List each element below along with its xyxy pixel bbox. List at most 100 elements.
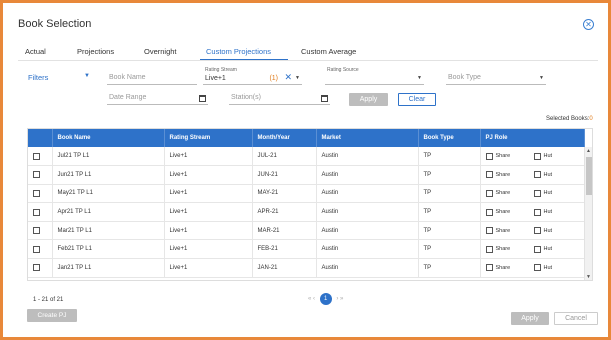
tab-projections[interactable]: Projections xyxy=(77,47,114,56)
rating-source-select[interactable]: Rating Source ▼ xyxy=(325,67,424,85)
book-name-cell: Jul21 TP L1 xyxy=(52,147,165,167)
hut-label: Hut xyxy=(543,209,553,216)
share-label: Share xyxy=(495,171,511,178)
selected-books-label: Selected Books: xyxy=(546,116,590,122)
prev-page-icon[interactable]: ‹ xyxy=(313,296,315,302)
hut-label: Hut xyxy=(543,153,553,159)
hut-label: Hut xyxy=(543,171,553,178)
apply-button[interactable]: Apply xyxy=(511,312,549,325)
table-header-row: Book Name Rating Stream Month/Year Marke… xyxy=(28,129,585,147)
table-row[interactable]: Apr21 TP L1 Live+1 APR-21 Austin TP Shar… xyxy=(28,202,585,222)
book-type-cell: TP xyxy=(418,239,481,260)
filters-caret-icon[interactable]: ▼ xyxy=(84,73,90,79)
hut-checkbox[interactable] xyxy=(533,189,541,197)
stations-placeholder: Station(s) xyxy=(231,94,261,101)
book-type-cell: TP xyxy=(418,202,481,222)
create-pj-button[interactable]: Create PJ xyxy=(27,309,77,322)
share-checkbox[interactable] xyxy=(485,208,493,216)
stations-input[interactable]: Station(s) xyxy=(229,90,330,105)
scroll-down-arrow-icon[interactable]: ▼ xyxy=(586,274,591,280)
next-page-icon[interactable]: › xyxy=(336,296,338,302)
share-label: Share xyxy=(495,153,511,159)
calendar-icon[interactable] xyxy=(199,95,206,102)
close-icon[interactable]: ✕ xyxy=(583,19,594,30)
hut-checkbox[interactable] xyxy=(533,245,541,253)
book-name-placeholder: Book Name xyxy=(109,74,146,81)
table-row[interactable]: Mar21 TP L1 Live+1 MAR-21 Austin TP Shar… xyxy=(28,221,585,241)
row-select-checkbox[interactable] xyxy=(33,171,40,179)
table-row[interactable]: Feb21 TP L1 Live+1 FEB-21 Austin TP Shar… xyxy=(28,239,585,260)
book-name-cell: Jun21 TP L1 xyxy=(52,165,165,185)
rating-source-label: Rating Source xyxy=(327,67,359,73)
hut-checkbox[interactable] xyxy=(533,208,541,216)
hut-checkbox[interactable] xyxy=(533,171,541,179)
month-year-cell: JUL-21 xyxy=(252,147,317,167)
row-select-checkbox[interactable] xyxy=(33,227,40,235)
row-select-checkbox[interactable] xyxy=(33,264,40,272)
book-name-cell: Mar21 TP L1 xyxy=(52,221,165,241)
share-checkbox[interactable] xyxy=(485,171,493,179)
share-checkbox[interactable] xyxy=(485,152,493,160)
tab-actual[interactable]: Actual xyxy=(25,47,46,56)
list-icon[interactable] xyxy=(321,95,328,102)
column-header-pj-role[interactable]: PJ Role xyxy=(480,129,585,147)
rating-stream-cell: Live+1 xyxy=(164,258,253,278)
hut-checkbox[interactable] xyxy=(533,227,541,235)
clear-x-icon[interactable]: ✕ xyxy=(284,72,292,83)
tab-custom-average[interactable]: Custom Average xyxy=(301,47,356,56)
first-page-icon[interactable]: « xyxy=(308,296,311,302)
hut-checkbox[interactable] xyxy=(533,152,541,160)
table-scrollbar[interactable]: ▲ ▼ xyxy=(584,147,592,280)
column-header-rating-stream[interactable]: Rating Stream xyxy=(164,129,253,147)
cancel-button[interactable]: Cancel xyxy=(554,312,598,325)
column-header-book-name[interactable]: Book Name xyxy=(52,129,165,147)
scroll-up-arrow-icon[interactable]: ▲ xyxy=(586,148,591,154)
column-header-book-type[interactable]: Book Type xyxy=(418,129,481,147)
rating-stream-select[interactable]: Rating Stream Live+1 (1) ✕ ▼ xyxy=(203,67,302,85)
share-label: Share xyxy=(495,209,511,216)
row-select-checkbox[interactable] xyxy=(33,152,40,160)
selected-books-count: 0 xyxy=(589,116,593,122)
table-row[interactable]: Jun21 TP L1 Live+1 JUN-21 Austin TP Shar… xyxy=(28,165,585,185)
row-select-checkbox[interactable] xyxy=(33,189,40,197)
filter-apply-button[interactable]: Apply xyxy=(349,93,388,106)
date-range-placeholder: Date Range xyxy=(109,94,147,101)
book-type-cell: TP xyxy=(418,165,481,185)
rating-stream-cell: Live+1 xyxy=(164,202,253,222)
share-checkbox[interactable] xyxy=(485,245,493,253)
row-select-checkbox[interactable] xyxy=(33,245,40,253)
month-year-cell: APR-21 xyxy=(252,202,317,222)
month-year-cell: JAN-21 xyxy=(252,258,317,278)
table-row[interactable]: Jul21 TP L1 Live+1 JUL-21 Austin TP Shar… xyxy=(28,147,585,167)
month-year-cell: MAY-21 xyxy=(252,184,317,204)
tab-overnight[interactable]: Overnight xyxy=(144,47,177,56)
share-checkbox[interactable] xyxy=(485,189,493,197)
hut-checkbox[interactable] xyxy=(533,264,541,272)
share-checkbox[interactable] xyxy=(485,227,493,235)
book-type-cell: TP xyxy=(418,184,481,204)
table-row[interactable]: May21 TP L1 Live+1 MAY-21 Austin TP Shar… xyxy=(28,184,585,204)
dialog-title: Book Selection xyxy=(18,18,92,30)
books-table: Book Name Rating Stream Month/Year Marke… xyxy=(27,128,593,281)
filter-clear-button[interactable]: Clear xyxy=(398,93,436,106)
book-type-placeholder: Book Type xyxy=(448,74,481,81)
hut-label: Hut xyxy=(543,190,553,197)
last-page-icon[interactable]: » xyxy=(340,296,343,302)
book-name-input[interactable]: Book Name xyxy=(107,70,197,85)
chevron-down-icon[interactable]: ▼ xyxy=(539,75,544,81)
table-row[interactable]: Jan21 TP L1 Live+1 JAN-21 Austin TP Shar… xyxy=(28,258,585,278)
filters-toggle[interactable]: Filters xyxy=(28,73,48,82)
share-checkbox[interactable] xyxy=(485,264,493,272)
scroll-thumb[interactable] xyxy=(586,157,592,195)
chevron-down-icon[interactable]: ▼ xyxy=(295,75,300,81)
chevron-down-icon[interactable]: ▼ xyxy=(417,75,422,81)
page-number-current[interactable]: 1 xyxy=(319,293,332,305)
date-range-input[interactable]: Date Range xyxy=(107,90,208,105)
hut-label: Hut xyxy=(543,264,553,271)
book-type-select[interactable]: Book Type ▼ xyxy=(446,70,546,85)
row-select-checkbox[interactable] xyxy=(33,208,40,216)
tab-custom-projections[interactable]: Custom Projections xyxy=(206,47,271,56)
column-header-month-year[interactable]: Month/Year xyxy=(252,129,317,147)
month-year-cell: MAR-21 xyxy=(252,221,317,241)
column-header-market[interactable]: Market xyxy=(316,129,419,147)
